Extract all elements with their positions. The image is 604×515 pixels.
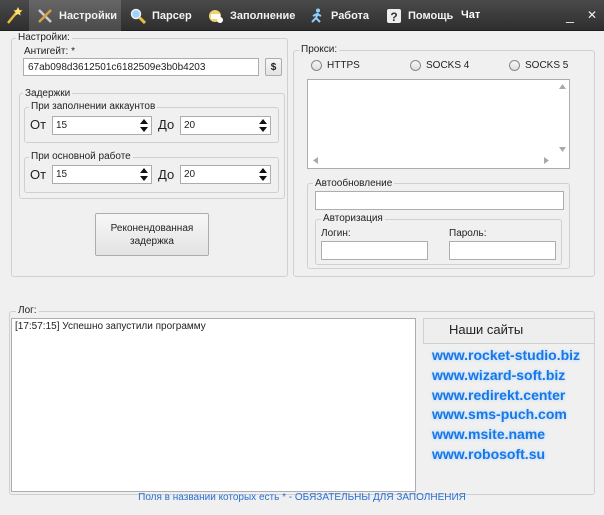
fill-to-label: До <box>158 117 175 132</box>
spin-arrows-icon[interactable] <box>140 168 148 181</box>
menu-item-parser[interactable]: Парсер <box>129 0 192 31</box>
minimize-button[interactable]: _ <box>562 6 578 24</box>
settings-title: Настройки: <box>16 32 72 44</box>
radio-label: SOCKS 4 <box>426 60 470 71</box>
spin-arrows-icon[interactable] <box>259 168 267 181</box>
site-link-redirekt[interactable]: www.redirekt.center <box>432 386 565 404</box>
fill-from-value: 15 <box>56 120 68 131</box>
fill-delay-title: При заполнении аккаунтов <box>29 101 158 113</box>
menu-item-label: Парсер <box>152 9 192 22</box>
menu-item-settings[interactable]: Настройки <box>29 0 121 31</box>
tools-icon <box>36 7 53 24</box>
auth-title: Авторизация <box>321 213 385 225</box>
menu-item-label: Заполнение <box>230 9 296 22</box>
scroll-up-icon[interactable] <box>559 84 566 89</box>
radio-label: SOCKS 5 <box>525 60 569 71</box>
main-delay-title: При основной работе <box>29 151 133 163</box>
menu-item-label: Работа <box>331 9 370 22</box>
proxy-list[interactable] <box>307 79 570 169</box>
scroll-down-icon[interactable] <box>559 147 566 152</box>
antigate-label: Антигейт: * <box>24 46 75 57</box>
main-to-label: До <box>158 167 175 182</box>
sites-title: Наши сайты <box>449 322 524 337</box>
login-input[interactable] <box>321 241 428 260</box>
help-icon: ? <box>385 7 402 24</box>
scroll-right-icon[interactable] <box>544 157 549 164</box>
close-button[interactable]: ✕ <box>584 6 600 24</box>
site-link-sms-puch[interactable]: www.sms-puch.com <box>432 405 567 423</box>
antigate-input[interactable]: 67ab098d3612501c6182509e3b0b4203 <box>23 58 259 76</box>
proxy-title: Прокси: <box>299 44 340 56</box>
password-input[interactable] <box>449 241 556 260</box>
menu-item-fill[interactable]: Заполнение <box>207 0 295 31</box>
site-link-robosoft[interactable]: www.robosoft.su <box>432 445 545 463</box>
menu-bar: Настройки Парсер Заполнение Работа ? Пом… <box>0 0 604 31</box>
scroll-left-icon[interactable] <box>313 157 318 164</box>
log-line: [17:57:15] Успешно запустили программу <box>15 321 206 332</box>
log-output[interactable]: [17:57:15] Успешно запустили программу <box>11 318 416 492</box>
fill-from-label: От <box>30 117 47 132</box>
login-label: Логин: <box>321 228 351 239</box>
radio-socks5[interactable]: SOCKS 5 <box>509 60 568 71</box>
menu-item-help[interactable]: ? Помощь <box>385 0 453 31</box>
spin-arrows-icon[interactable] <box>140 119 148 132</box>
main-from-stepper[interactable]: 15 <box>52 165 152 184</box>
menu-item-label: Настройки <box>59 9 118 22</box>
password-label: Пароль: <box>449 228 487 239</box>
site-link-msite[interactable]: www.msite.name <box>432 425 545 443</box>
required-fields-note: Поля в названии которых есть * - ОБЯЗАТЕ… <box>138 492 466 503</box>
radio-socks4[interactable]: SOCKS 4 <box>410 60 469 71</box>
log-title: Лог: <box>16 305 39 317</box>
autoupdate-input[interactable] <box>315 191 564 210</box>
radio-circle <box>410 60 421 71</box>
radio-https[interactable]: HTTPS <box>311 60 360 71</box>
spin-arrows-icon[interactable] <box>259 119 267 132</box>
magnifier-icon <box>129 7 146 24</box>
main-from-label: От <box>30 167 47 182</box>
fill-to-value: 20 <box>184 120 196 131</box>
svg-text:?: ? <box>390 10 397 24</box>
fill-from-stepper[interactable]: 15 <box>52 116 152 135</box>
runner-icon <box>308 7 325 24</box>
chat-tab[interactable]: Чат <box>461 0 480 31</box>
radio-circle <box>311 60 322 71</box>
site-link-wizard-soft[interactable]: www.wizard-soft.biz <box>432 366 565 384</box>
radio-label: HTTPS <box>327 60 360 71</box>
balance-button[interactable]: $ <box>265 58 282 76</box>
main-from-value: 15 <box>56 169 68 180</box>
menu-item-work[interactable]: Работа <box>308 0 369 31</box>
fill-to-stepper[interactable]: 20 <box>180 116 271 135</box>
autoupdate-title: Автообновление <box>313 178 395 190</box>
menu-item-label: Помощь <box>408 9 454 22</box>
recommended-delay-button[interactable]: Реконендованная задержка <box>95 213 209 256</box>
main-to-value: 20 <box>184 169 196 180</box>
main-to-stepper[interactable]: 20 <box>180 165 271 184</box>
site-link-rocket-studio[interactable]: www.rocket-studio.biz <box>432 346 580 364</box>
delays-title: Задержки <box>23 88 73 100</box>
radio-circle <box>509 60 520 71</box>
fill-icon <box>207 7 224 24</box>
app-wand-icon[interactable] <box>5 5 23 25</box>
